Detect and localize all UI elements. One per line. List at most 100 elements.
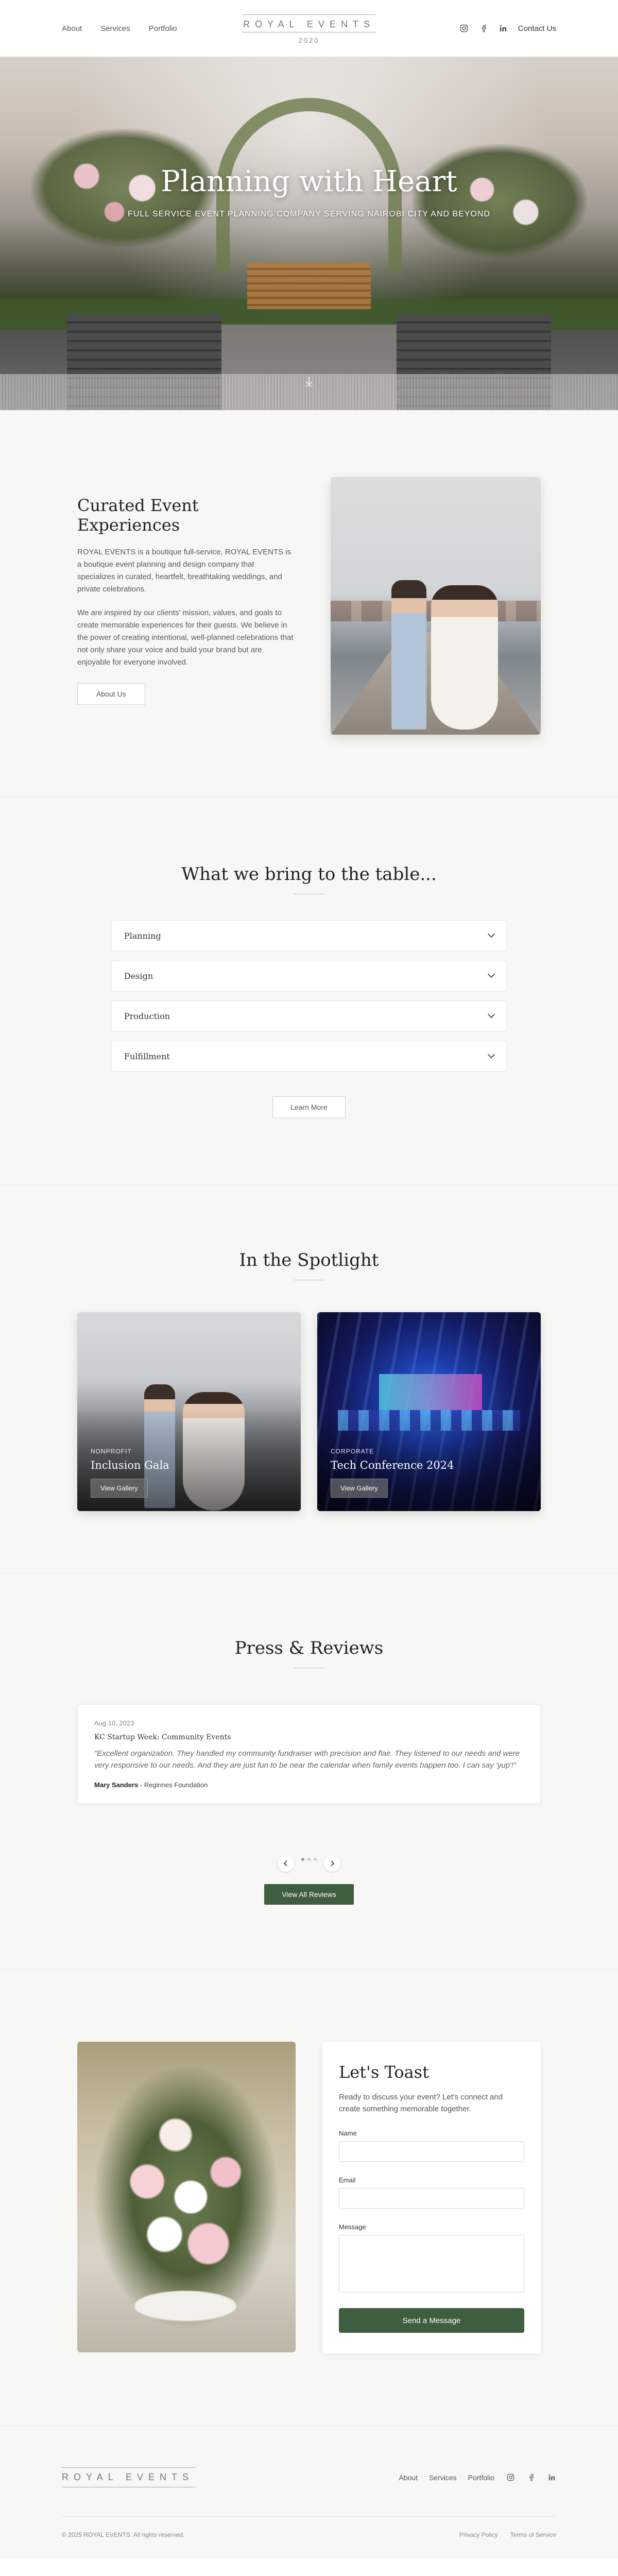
legal-links: Privacy Policy Terms of Service bbox=[459, 2531, 556, 2538]
about-text: Curated Event Experiences ROYAL EVENTS i… bbox=[77, 496, 294, 735]
contact-section: Let's Toast Ready to discuss your event?… bbox=[0, 1969, 618, 2426]
hero-section: Planning with Heart FULL SERVICE EVENT P… bbox=[0, 57, 618, 410]
spotlight-cards: NONPROFIT Inclusion Gala View Gallery CO… bbox=[77, 1312, 541, 1511]
site-header: About Services Portfolio ROYAL EVENTS 20… bbox=[0, 0, 618, 57]
facebook-icon[interactable] bbox=[479, 24, 488, 33]
about-paragraph-2: We are inspired by our clients' mission,… bbox=[77, 608, 294, 667]
spotlight-card-gala[interactable]: NONPROFIT Inclusion Gala View Gallery bbox=[77, 1312, 301, 1511]
about-us-button[interactable]: About Us bbox=[77, 683, 145, 705]
facebook-icon[interactable] bbox=[526, 2473, 536, 2482]
accordion-label: Fulfillment bbox=[124, 1051, 170, 1061]
accordion-item-fulfillment[interactable]: Fulfillment bbox=[111, 1041, 507, 1072]
email-field[interactable] bbox=[339, 2188, 524, 2209]
services-accordion: Planning Design Production Fulfillment bbox=[111, 920, 507, 1072]
hero-subtitle: FULL SERVICE EVENT PLANNING COMPANY SERV… bbox=[128, 210, 490, 218]
carousel-dot[interactable] bbox=[314, 1857, 317, 1861]
email-label: Email bbox=[339, 2176, 356, 2184]
instagram-icon[interactable] bbox=[459, 24, 469, 33]
chevron-down-icon bbox=[487, 1011, 495, 1019]
terms-of-service-link[interactable]: Terms of Service bbox=[510, 2531, 556, 2538]
site-logo[interactable]: ROYAL EVENTS 2020 bbox=[242, 14, 376, 44]
about-title: Curated Event Experiences bbox=[77, 496, 199, 535]
accordion-label: Production bbox=[124, 1011, 170, 1021]
chevron-down-icon bbox=[487, 971, 495, 978]
site-footer: ROYAL EVENTS About Services Portfolio © … bbox=[0, 2426, 618, 2559]
header-utilities: Contact Us bbox=[459, 24, 556, 33]
footer-nav-about[interactable]: About bbox=[399, 2473, 418, 2482]
accordion-label: Planning bbox=[124, 930, 161, 941]
message-label: Message bbox=[339, 2223, 366, 2231]
accordion-item-planning[interactable]: Planning bbox=[111, 920, 507, 951]
spotlight-section: In the Spotlight NONPROFIT Inclusion Gal… bbox=[0, 1185, 618, 1573]
reviews-title: Press & Reviews bbox=[234, 1638, 384, 1658]
contact-us-link[interactable]: Contact Us bbox=[518, 24, 556, 33]
contact-intro: Ready to discuss your event? Let's conne… bbox=[339, 2092, 503, 2113]
instagram-icon[interactable] bbox=[506, 2473, 515, 2482]
view-gallery-button[interactable]: View Gallery bbox=[331, 1479, 388, 1498]
services-section: What we bring to the table... Planning D… bbox=[0, 797, 618, 1185]
reviews-section: Press & Reviews Aug 10, 2023 KC Startup … bbox=[0, 1573, 618, 1970]
review-quote: "Excellent organization. They handled my… bbox=[94, 1749, 520, 1770]
chevron-down-icon bbox=[487, 930, 495, 938]
privacy-policy-link[interactable]: Privacy Policy bbox=[459, 2531, 498, 2538]
carousel-controls bbox=[77, 1855, 541, 1872]
name-field[interactable] bbox=[339, 2141, 524, 2162]
message-field[interactable] bbox=[339, 2235, 524, 2293]
copyright-text: © 2025 ROYAL EVENTS. All rights reserved… bbox=[62, 2531, 185, 2538]
card-stage-screen bbox=[379, 1374, 482, 1410]
logo-name: ROYAL EVENTS bbox=[243, 19, 375, 29]
send-message-button[interactable]: Send a Message bbox=[339, 2308, 524, 2333]
review-card: Aug 10, 2023 KC Startup Week: Community … bbox=[77, 1704, 541, 1804]
footer-nav: About Services Portfolio bbox=[399, 2473, 556, 2482]
table-floral-photo bbox=[77, 2041, 296, 2352]
view-gallery-button[interactable]: View Gallery bbox=[91, 1479, 148, 1498]
accordion-item-design[interactable]: Design bbox=[111, 960, 507, 991]
view-all-reviews-button[interactable]: View All Reviews bbox=[264, 1884, 354, 1905]
contact-form: Let's Toast Ready to discuss your event?… bbox=[322, 2041, 541, 2353]
hero-title: Planning with Heart bbox=[161, 165, 457, 198]
footer-bottom: © 2025 ROYAL EVENTS. All rights reserved… bbox=[62, 2517, 556, 2538]
footer-logo[interactable]: ROYAL EVENTS bbox=[62, 2467, 196, 2487]
arrow-down-icon[interactable] bbox=[304, 376, 314, 389]
accordion-item-production[interactable]: Production bbox=[111, 1001, 507, 1031]
nav-services[interactable]: Services bbox=[100, 24, 130, 33]
photo-plate bbox=[134, 2290, 237, 2321]
review-org: - Reginnes Foundation bbox=[138, 1781, 208, 1789]
photo-groom bbox=[391, 580, 426, 730]
services-title: What we bring to the table... bbox=[181, 864, 437, 885]
carousel-dot[interactable] bbox=[307, 1857, 311, 1861]
chevron-down-icon bbox=[487, 1051, 495, 1059]
about-section: Curated Event Experiences ROYAL EVENTS i… bbox=[0, 410, 618, 797]
card-category: NONPROFIT bbox=[91, 1448, 132, 1455]
footer-nav-portfolio[interactable]: Portfolio bbox=[468, 2473, 494, 2482]
couple-photo bbox=[331, 477, 541, 735]
learn-more-button[interactable]: Learn More bbox=[272, 1096, 346, 1118]
photo-bride bbox=[431, 585, 498, 730]
card-category: CORPORATE bbox=[331, 1448, 374, 1455]
card-name: Tech Conference 2024 bbox=[331, 1459, 454, 1471]
spotlight-card-conference[interactable]: CORPORATE Tech Conference 2024 View Gall… bbox=[317, 1312, 541, 1511]
main-nav: About Services Portfolio bbox=[62, 24, 177, 33]
card-info: NONPROFIT Inclusion Gala View Gallery bbox=[91, 1448, 169, 1498]
nav-about[interactable]: About bbox=[62, 24, 82, 33]
hero-stairs bbox=[247, 263, 371, 309]
about-paragraph-1: ROYAL EVENTS is a boutique full-service,… bbox=[77, 548, 291, 594]
review-byline: Mary Sanders - Reginnes Foundation bbox=[94, 1781, 524, 1789]
carousel-dots bbox=[301, 1857, 317, 1861]
footer-nav-services[interactable]: Services bbox=[429, 2473, 457, 2482]
name-label: Name bbox=[339, 2129, 357, 2137]
logo-year: 2020 bbox=[293, 37, 325, 44]
nav-portfolio[interactable]: Portfolio bbox=[149, 24, 177, 33]
chevron-right-icon[interactable] bbox=[324, 1855, 340, 1872]
accordion-label: Design bbox=[124, 971, 153, 981]
carousel-dot[interactable] bbox=[301, 1857, 304, 1861]
contact-title: Let's Toast bbox=[339, 2062, 429, 2082]
card-info: CORPORATE Tech Conference 2024 View Gall… bbox=[331, 1448, 454, 1498]
review-title: KC Startup Week: Community Events bbox=[94, 1733, 231, 1741]
review-author: Mary Sanders bbox=[94, 1781, 139, 1789]
hero-content: Planning with Heart FULL SERVICE EVENT P… bbox=[0, 165, 618, 219]
chevron-left-icon[interactable] bbox=[278, 1855, 294, 1872]
linkedin-icon[interactable] bbox=[499, 24, 508, 33]
card-name: Inclusion Gala bbox=[91, 1459, 169, 1471]
linkedin-icon[interactable] bbox=[547, 2473, 556, 2482]
